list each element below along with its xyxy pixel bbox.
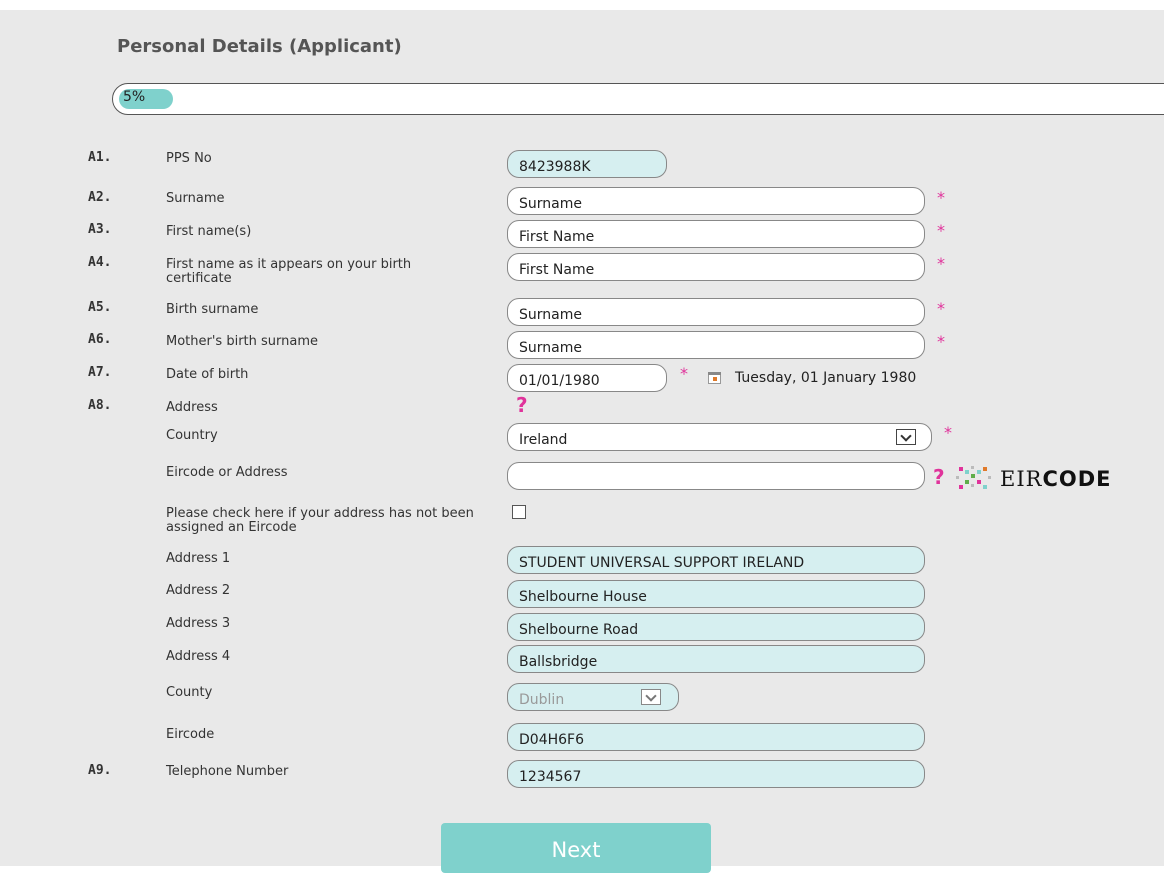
required-marker: * bbox=[937, 188, 945, 207]
eircode-logo bbox=[956, 466, 991, 489]
pps-label: PPS No bbox=[166, 151, 212, 166]
help-icon[interactable]: ? bbox=[516, 393, 528, 417]
eircode-lookup-label: Eircode or Address bbox=[166, 465, 288, 480]
question-number: A3. bbox=[88, 222, 112, 237]
surname-field[interactable]: Surname bbox=[507, 187, 925, 215]
address3-label: Address 3 bbox=[166, 616, 231, 631]
mother-surname-label: Mother's birth surname bbox=[166, 334, 319, 349]
question-number: A5. bbox=[88, 300, 112, 315]
birth-surname-field[interactable]: Surname bbox=[507, 298, 925, 326]
pps-field[interactable]: 8423988K bbox=[507, 150, 667, 178]
dob-label: Date of birth bbox=[166, 367, 249, 382]
question-number: A7. bbox=[88, 365, 112, 380]
first-name-field[interactable]: First Name bbox=[507, 220, 925, 248]
eircode-label: Eircode bbox=[166, 727, 215, 742]
required-marker: * bbox=[944, 423, 952, 442]
telephone-label: Telephone Number bbox=[166, 764, 289, 779]
eircode-field[interactable]: D04H6F6 bbox=[507, 723, 925, 751]
question-number: A4. bbox=[88, 255, 112, 270]
eircode-brand-suffix: CODE bbox=[1042, 467, 1112, 491]
page-title: Personal Details (Applicant) bbox=[117, 36, 402, 57]
question-number: A1. bbox=[88, 150, 112, 165]
required-marker: * bbox=[937, 299, 945, 318]
progress-bar: 5% bbox=[112, 83, 1164, 115]
first-name-label: First name(s) bbox=[166, 224, 252, 239]
required-marker: * bbox=[680, 364, 688, 383]
dob-display: Tuesday, 01 January 1980 bbox=[735, 370, 917, 386]
dob-field[interactable]: 01/01/1980 bbox=[507, 364, 667, 392]
birth-cert-name-label: First name as it appears on your birth c… bbox=[166, 257, 412, 286]
calendar-icon[interactable] bbox=[708, 372, 721, 384]
address1-field[interactable]: STUDENT UNIVERSAL SUPPORT IRELAND bbox=[507, 546, 925, 574]
progress-label: 5% bbox=[123, 89, 146, 105]
birth-surname-label: Birth surname bbox=[166, 302, 259, 317]
surname-label: Surname bbox=[166, 191, 225, 206]
address3-field[interactable]: Shelbourne Road bbox=[507, 613, 925, 641]
country-select[interactable]: Ireland bbox=[507, 423, 932, 451]
country-label: Country bbox=[166, 428, 218, 443]
birth-cert-name-field[interactable]: First Name bbox=[507, 253, 925, 281]
required-marker: * bbox=[937, 254, 945, 273]
question-number: A8. bbox=[88, 398, 112, 413]
chevron-down-icon[interactable] bbox=[641, 689, 661, 705]
required-marker: * bbox=[937, 332, 945, 351]
eircode-brand: EIRCODE bbox=[1000, 467, 1111, 491]
eircode-lookup-field[interactable] bbox=[507, 462, 925, 490]
address-label: Address bbox=[166, 400, 218, 415]
address4-field[interactable]: Ballsbridge bbox=[507, 645, 925, 673]
no-eircode-checkbox[interactable] bbox=[512, 505, 526, 519]
address4-label: Address 4 bbox=[166, 649, 231, 664]
question-number: A6. bbox=[88, 332, 112, 347]
county-label: County bbox=[166, 685, 213, 700]
question-number: A2. bbox=[88, 190, 112, 205]
eircode-brand-prefix: EIR bbox=[1000, 467, 1043, 491]
address1-label: Address 1 bbox=[166, 551, 231, 566]
required-marker: * bbox=[937, 221, 945, 240]
no-eircode-label: Please check here if your address has no… bbox=[166, 506, 474, 535]
address2-field[interactable]: Shelbourne House bbox=[507, 580, 925, 608]
telephone-field[interactable]: 1234567 bbox=[507, 760, 925, 788]
mother-surname-field[interactable]: Surname bbox=[507, 331, 925, 359]
chevron-down-icon[interactable] bbox=[896, 429, 916, 445]
address2-label: Address 2 bbox=[166, 583, 231, 598]
help-icon[interactable]: ? bbox=[933, 465, 945, 489]
question-number: A9. bbox=[88, 763, 112, 778]
